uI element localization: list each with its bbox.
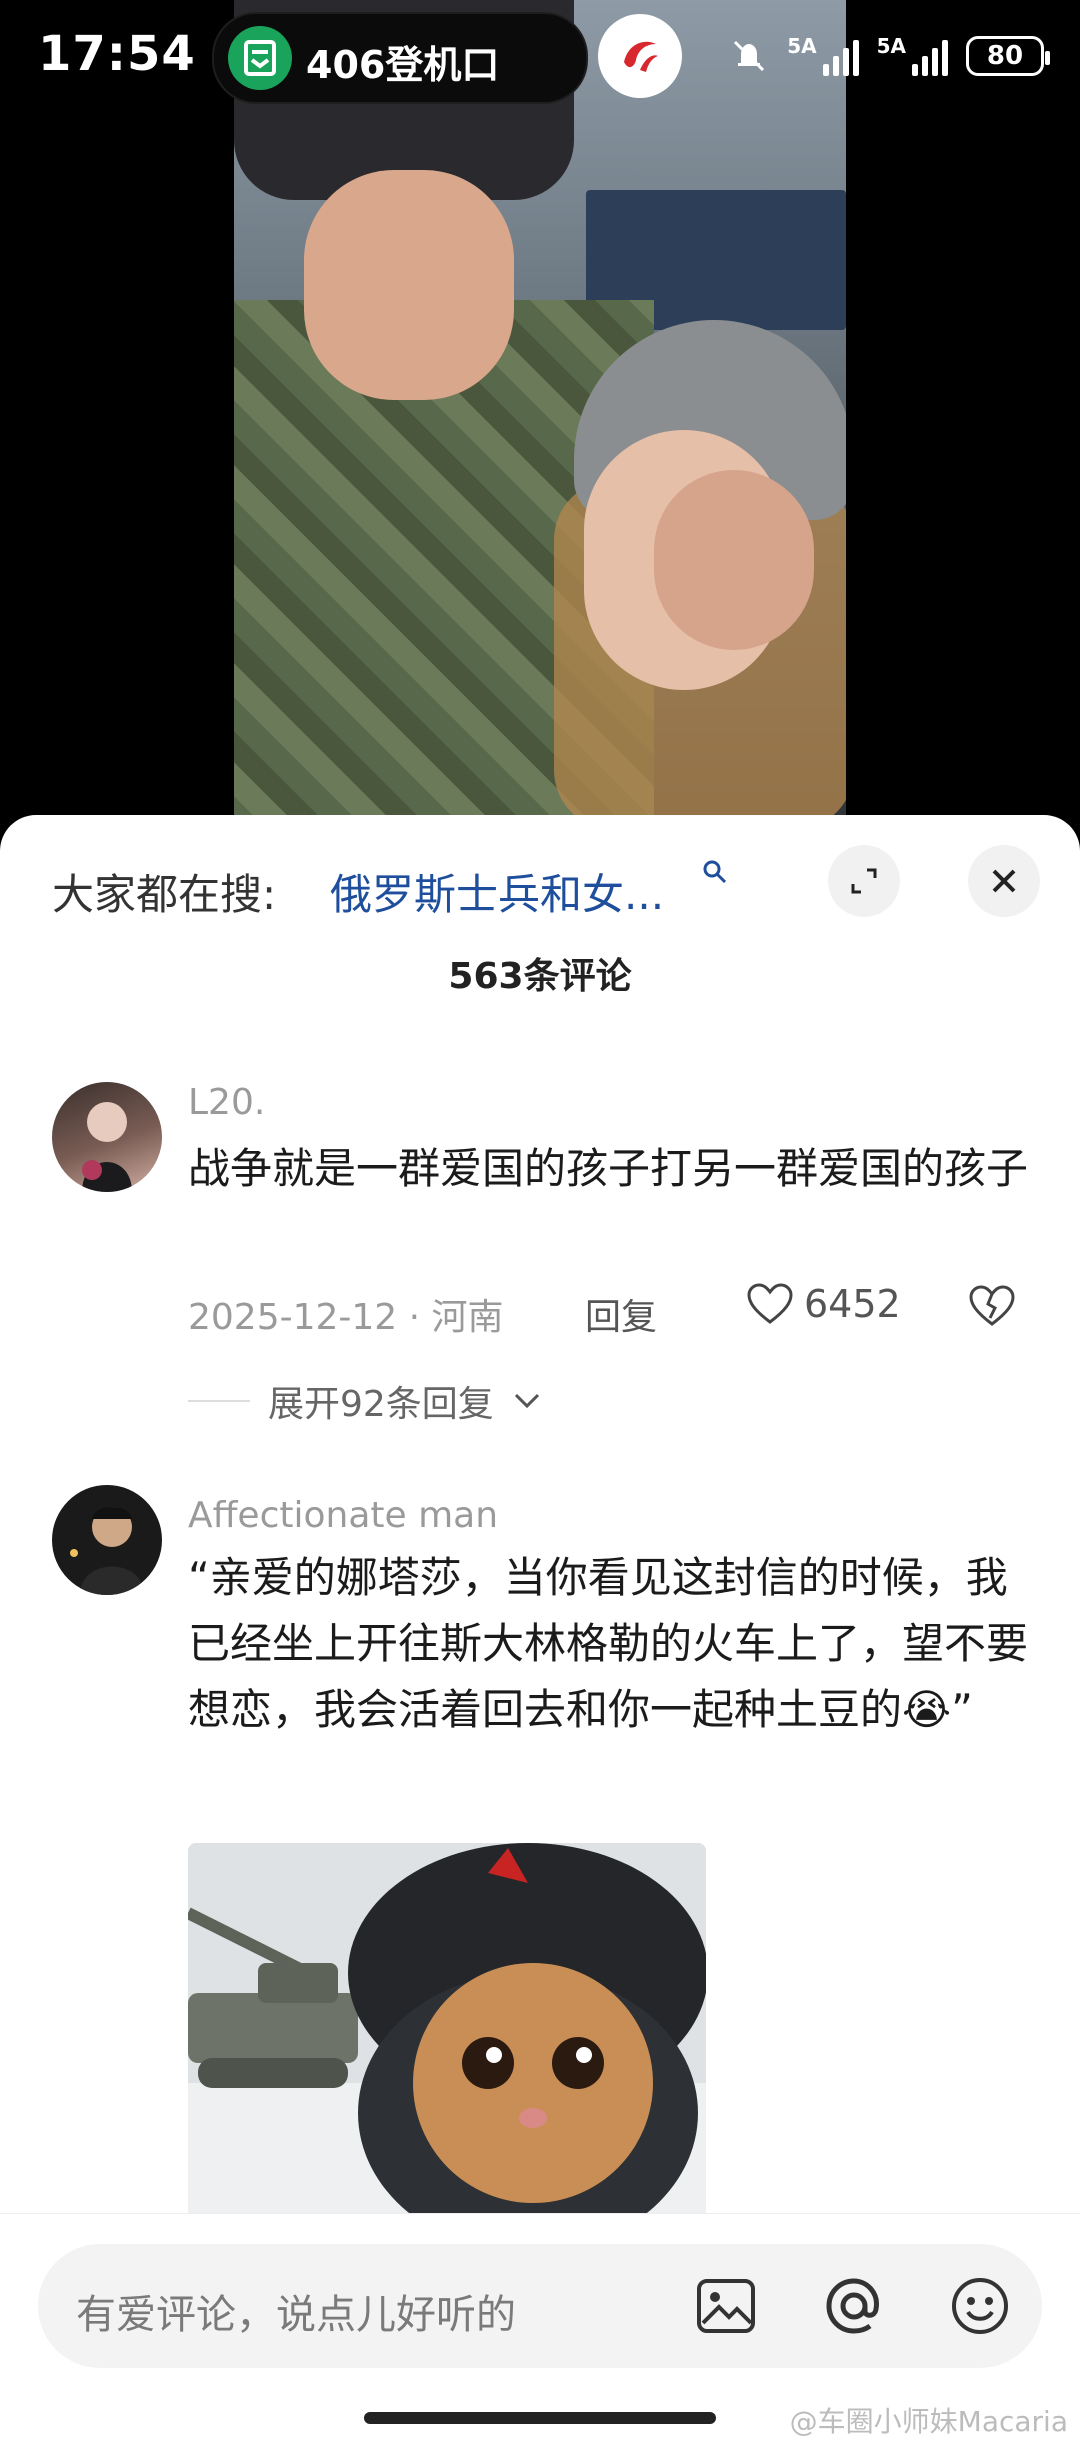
comment-username[interactable]: Affectionate man	[188, 1495, 498, 1536]
trending-search-row[interactable]: 大家都在搜: 俄罗斯士兵和女...	[0, 815, 1080, 945]
video-player[interactable]	[234, 0, 846, 830]
expand-replies[interactable]: 展开92条回复	[188, 1375, 542, 1427]
comment-image[interactable]	[188, 1843, 706, 2229]
search-term-link[interactable]: 俄罗斯士兵和女...	[330, 861, 664, 922]
hand	[654, 470, 814, 650]
soldier-face	[304, 170, 514, 400]
signal-icon: 5A	[877, 36, 948, 76]
divider	[188, 1400, 250, 1402]
mute-icon	[734, 40, 765, 72]
close-button[interactable]	[968, 845, 1040, 917]
heart-icon	[747, 1283, 793, 1324]
home-indicator[interactable]	[364, 2412, 716, 2424]
expand-replies-label: 展开92条回复	[268, 1384, 494, 1425]
live-activity-pill[interactable]: 406登机口	[212, 12, 588, 104]
watermark: @车圈小师妹Macaria	[789, 2405, 1068, 2438]
image-icon[interactable]	[690, 2270, 762, 2342]
dislike-button[interactable]	[968, 1284, 1016, 1332]
status-bar: 17:54 406登机口 5A 5A 80	[0, 0, 1080, 112]
comment-date-location: 2025-12-12 · 河南	[188, 1297, 504, 1338]
comment-text: “亲爱的娜塔莎，当你看见这封信的时候，我已经坐上开往斯大林格勒的火车上了，望不要…	[188, 1553, 1029, 1734]
search-icon	[702, 859, 728, 892]
comment-input-placeholder: 有爱评论，说点儿好听的	[76, 2292, 516, 2338]
status-icons: 5A 5A 80	[729, 28, 1050, 84]
comment-count: 563条评论	[448, 956, 632, 997]
battery-icon: 80	[966, 36, 1050, 76]
comment-sheet: 大家都在搜: 俄罗斯士兵和女... 563条评论 L20. 战争就是一群爱国的孩…	[0, 815, 1080, 2444]
status-time: 17:54	[38, 26, 196, 82]
close-icon	[992, 869, 1016, 893]
expand-icon	[851, 868, 877, 894]
chevron-down-icon	[514, 1393, 539, 1409]
avatar[interactable]	[52, 1485, 162, 1595]
document-icon	[228, 26, 292, 90]
expand-button[interactable]	[828, 845, 900, 917]
search-prefix: 大家都在搜:	[52, 870, 277, 919]
emoji-icon[interactable]	[944, 2270, 1016, 2342]
comment-username[interactable]: L20.	[188, 1082, 265, 1123]
like-button[interactable]: 6452	[746, 1282, 901, 1326]
at-icon[interactable]	[818, 2270, 890, 2342]
comment-input[interactable]: 有爱评论，说点儿好听的	[38, 2244, 1042, 2368]
like-count: 6452	[804, 1282, 901, 1326]
live-activity-text: 406登机口	[306, 43, 500, 87]
broken-heart-icon	[969, 1285, 1015, 1326]
signal-icon: 5A	[787, 36, 859, 76]
comment-text: 战争就是一群爱国的孩子打另一群爱国的孩子	[188, 1144, 1029, 1193]
airline-logo	[598, 14, 682, 98]
avatar[interactable]	[52, 1082, 162, 1192]
reply-button[interactable]: 回复	[585, 1288, 657, 1340]
